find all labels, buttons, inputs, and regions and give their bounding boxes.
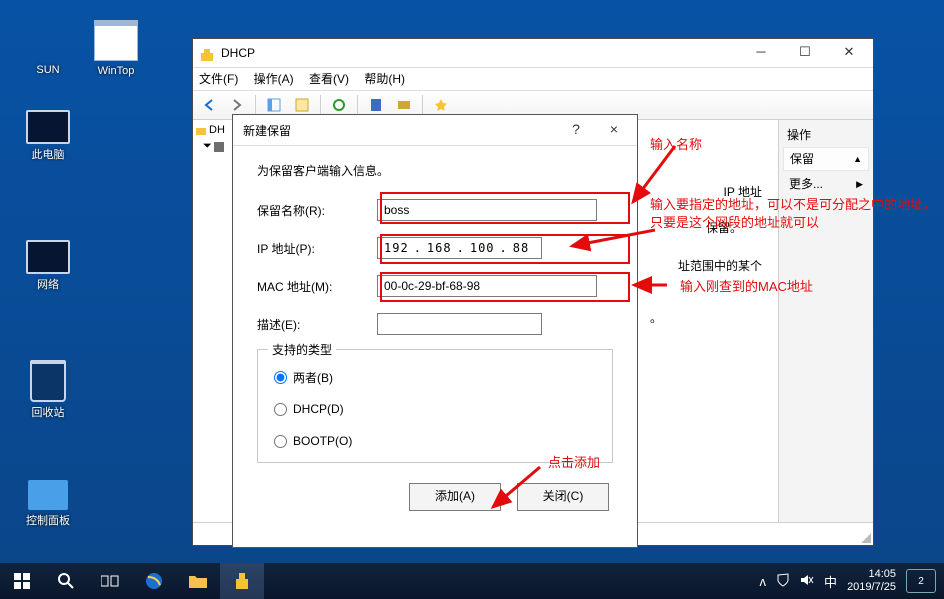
folder-icon [94, 20, 138, 61]
desktop-icon-label: 回收站 [32, 407, 65, 419]
taskbar: ʌ 中 14:05 2019/7/25 2 [0, 563, 944, 599]
group-legend: 支持的类型 [268, 341, 336, 358]
ip-octet-3[interactable]: 100 [470, 241, 495, 255]
desktop-icon-control-panel[interactable]: 控制面板 [18, 480, 78, 528]
close-button[interactable]: ✕ [827, 40, 871, 66]
dhcp-app-icon [199, 45, 215, 61]
close-button[interactable]: 关闭(C) [517, 483, 609, 511]
reservation-name-input[interactable] [377, 199, 597, 221]
taskbar-ie[interactable] [132, 563, 176, 599]
menu-view[interactable]: 查看(V) [309, 72, 349, 86]
taskbar-clock[interactable]: 14:05 2019/7/25 [847, 568, 896, 594]
label-mac-address: MAC 地址(M): [257, 278, 377, 295]
dialog-titlebar[interactable]: 新建保留 ? × [233, 115, 637, 146]
menu-bar: 文件(F) 操作(A) 查看(V) 帮助(H) [193, 68, 873, 91]
task-view-button[interactable] [88, 563, 132, 599]
dhcp-tree-icon [195, 124, 207, 136]
desktop-icon-sun[interactable]: SUN [18, 20, 78, 76]
new-reservation-dialog: 新建保留 ? × 为保留客户端输入信息。 保留名称(R): IP 地址(P): … [232, 114, 638, 548]
clock-time: 14:05 [847, 568, 896, 581]
add-button[interactable]: 添加(A) [409, 483, 501, 511]
notification-count: 2 [918, 576, 924, 587]
desktop-icon-this-pc[interactable]: 此电脑 [18, 110, 78, 162]
network-icon [26, 240, 70, 274]
mac-address-input[interactable] [377, 275, 597, 297]
maximize-button[interactable]: ☐ [783, 40, 827, 66]
col-ip-address: IP 地址 [724, 180, 762, 204]
desktop-icon-wintop[interactable]: WinTop [86, 20, 146, 77]
recycle-bin-icon [30, 360, 66, 402]
folder-icon [188, 573, 208, 589]
label-description: 描述(E): [257, 316, 377, 333]
window-title: DHCP [221, 39, 739, 67]
taskbar-dhcp-app[interactable] [220, 563, 264, 599]
radio-bootp[interactable] [274, 435, 287, 448]
search-icon [57, 572, 75, 590]
notification-center-button[interactable]: 2 [906, 569, 936, 593]
tree-expand-icon[interactable]: ⏷ [203, 140, 212, 153]
desktop-icon-network[interactable]: 网络 [18, 240, 78, 292]
radio-both[interactable] [274, 371, 287, 384]
actions-item-more[interactable]: 更多... ▶ [783, 173, 869, 195]
actions-item-label: 保留 [790, 148, 814, 170]
server-icon [214, 142, 224, 152]
radio-dhcp[interactable] [274, 403, 287, 416]
label-reservation-name: 保留名称(R): [257, 202, 377, 219]
desktop-icon-label: 此电脑 [32, 149, 65, 161]
start-button[interactable] [0, 563, 44, 599]
dialog-help-button[interactable]: ? [557, 117, 595, 143]
description-input[interactable] [377, 313, 542, 335]
person-icon [28, 20, 68, 60]
control-panel-icon [28, 480, 68, 510]
center-reserve-text: 保留。 [706, 216, 742, 240]
menu-help[interactable]: 帮助(H) [364, 72, 405, 86]
ip-octet-2[interactable]: 168 [427, 241, 452, 255]
tray-security-icon[interactable] [776, 573, 790, 590]
tray-overflow-icon[interactable]: ʌ [760, 574, 767, 589]
ip-address-input[interactable]: 192. 168. 100. 88 [377, 237, 542, 259]
dhcp-titlebar[interactable]: DHCP ─ ☐ ✕ [193, 39, 873, 68]
menu-action[interactable]: 操作(A) [254, 72, 294, 86]
tray-ime-indicator[interactable]: 中 [824, 572, 837, 591]
ip-octet-4[interactable]: 88 [513, 241, 529, 255]
pc-icon [26, 110, 70, 144]
label-ip-address: IP 地址(P): [257, 240, 377, 257]
desktop-icon-label: 控制面板 [26, 515, 70, 527]
actions-item-reserve[interactable]: 保留 ▲ [783, 147, 869, 171]
radio-both-label: 两者(B) [293, 369, 333, 386]
desktop-icon-label: SUN [36, 64, 59, 76]
nav-back-button[interactable] [197, 93, 221, 117]
actions-item-label: 更多... [789, 173, 823, 195]
clock-date: 2019/7/25 [847, 581, 896, 594]
dialog-close-button[interactable]: × [595, 117, 633, 143]
tree-root: DH [209, 124, 225, 136]
center-scope-text: 址范围中的某个 [678, 254, 762, 278]
tray-volume-icon[interactable] [800, 573, 814, 590]
minimize-button[interactable]: ─ [739, 40, 783, 66]
taskbar-explorer[interactable] [176, 563, 220, 599]
menu-file[interactable]: 文件(F) [199, 72, 238, 86]
expand-up-icon: ▲ [853, 148, 862, 170]
desktop-icon-label: WinTop [98, 65, 135, 77]
supported-types-group: 支持的类型 两者(B) DHCP(D) BOOTP(O) [257, 349, 613, 463]
desktop-icon-label: 网络 [37, 279, 59, 291]
radio-dhcp-label: DHCP(D) [293, 402, 344, 416]
dialog-title: 新建保留 [243, 122, 557, 139]
ie-icon [144, 571, 164, 591]
task-view-icon [101, 574, 119, 588]
dialog-info-text: 为保留客户端输入信息。 [257, 162, 613, 179]
actions-pane: 操作 保留 ▲ 更多... ▶ [779, 120, 873, 526]
radio-bootp-label: BOOTP(O) [293, 434, 352, 448]
dhcp-trophy-icon [232, 571, 252, 591]
windows-icon [14, 573, 30, 589]
center-period-text: 。 [650, 306, 662, 330]
actions-pane-title: 操作 [783, 124, 869, 145]
search-button[interactable] [44, 563, 88, 599]
chevron-right-icon: ▶ [856, 173, 863, 195]
ip-octet-1[interactable]: 192 [384, 241, 409, 255]
desktop-icon-recycle-bin[interactable]: 回收站 [18, 360, 78, 420]
